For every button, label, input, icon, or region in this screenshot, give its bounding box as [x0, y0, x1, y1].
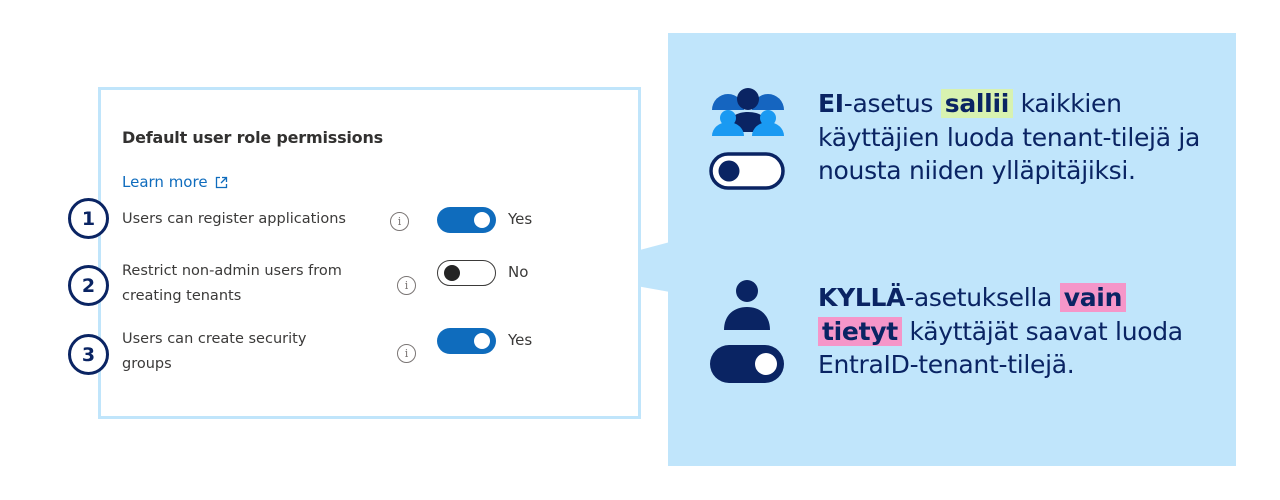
toggle-knob: [474, 212, 490, 228]
toggle-state-label: Yes: [508, 210, 533, 228]
number-badge-1: 1: [68, 198, 109, 239]
info-icon[interactable]: i: [397, 276, 416, 295]
toggle-register-apps[interactable]: [437, 207, 496, 233]
highlight-only: vain: [1059, 283, 1127, 312]
setting-label: Users can register applications: [122, 211, 346, 227]
text-segment: -asetuksella: [905, 283, 1060, 312]
card-title: Default user role permissions: [122, 128, 383, 147]
toggle-off-icon: [709, 152, 785, 190]
toggle-knob: [474, 333, 490, 349]
learn-more-link[interactable]: Learn more: [122, 173, 228, 191]
setting-label: Users can create security groups: [122, 331, 307, 372]
external-link-icon: [215, 176, 227, 188]
user-group-icon: [712, 88, 784, 136]
keyword-no: EI: [818, 89, 844, 118]
info-icon[interactable]: i: [390, 212, 409, 231]
toggle-restrict-tenants[interactable]: [437, 260, 496, 286]
yes-setting-explanation: KYLLÄ-asetuksella vain tietyt käyttäjät s…: [818, 281, 1228, 382]
highlight-certain: tietyt: [818, 316, 902, 346]
setting-label: Restrict non-admin users from creating t…: [122, 263, 342, 304]
toggle-state-label: Yes: [508, 331, 533, 349]
single-user-icon: [724, 280, 770, 330]
highlight-allows: sallii: [940, 89, 1013, 118]
no-setting-explanation: EI-asetus sallii kaikkien käyttäjien luo…: [818, 87, 1228, 188]
keyword-yes: KYLLÄ: [818, 283, 906, 312]
toggle-state-label: No: [508, 263, 529, 281]
number-badge-3: 3: [68, 334, 109, 375]
text-segment: -asetus: [843, 89, 941, 118]
info-icon[interactable]: i: [397, 344, 416, 363]
toggle-security-groups[interactable]: [437, 328, 496, 354]
toggle-knob: [444, 265, 460, 281]
toggle-on-icon: [710, 345, 784, 383]
settings-card: Default user role permissions Learn more…: [98, 87, 641, 419]
learn-more-label: Learn more: [122, 173, 208, 191]
number-badge-2: 2: [68, 265, 109, 306]
